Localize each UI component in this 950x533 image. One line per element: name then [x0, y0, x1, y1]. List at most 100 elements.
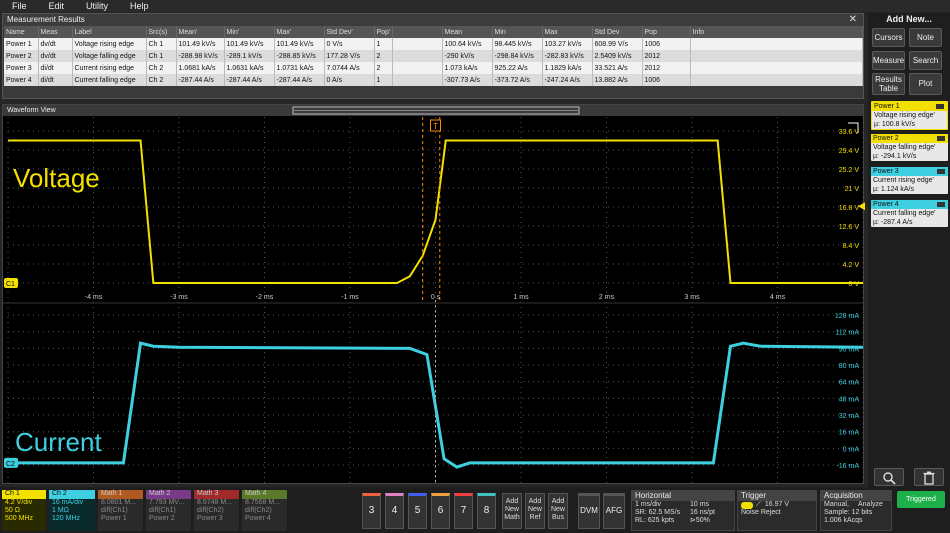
- column-header[interactable]: Mean': [176, 26, 225, 38]
- acquisition-badge[interactable]: Acquisition Manual, Analyze Sample: 12 bi…: [820, 490, 892, 531]
- column-header[interactable]: Min': [224, 26, 275, 38]
- results-table-button[interactable]: Results Table: [872, 73, 905, 95]
- table-cell: dv/dt: [38, 38, 73, 50]
- math-4-badge[interactable]: Math 4 8.7568 M... diff(Ch2) Power 4: [242, 490, 287, 531]
- math-1-badge[interactable]: Math 1 8.0801 M... diff(Ch1) Power 1: [98, 490, 143, 531]
- table-cell: [690, 38, 863, 50]
- channel-6-button[interactable]: 6: [431, 493, 450, 529]
- rising-edge-icon: ⟋: [756, 501, 761, 508]
- cursors-button[interactable]: Cursors: [872, 28, 905, 47]
- table-row[interactable]: Power 2 dv/dt Voltage falling edge Ch 1 -288…: [4, 50, 863, 62]
- menu-utility[interactable]: Utility: [74, 1, 118, 11]
- table-cell: 13.882 A/s: [592, 74, 643, 86]
- power-measurement-card[interactable]: Power 2 Voltage falling edge' µ: -294.1 kV…: [871, 134, 948, 161]
- column-header[interactable]: Meas: [38, 26, 73, 38]
- menu-file[interactable]: File: [0, 1, 37, 11]
- waveform-canvas[interactable]: T Voltage Current C1 C2 -4 ms -3 ms -2 ms -1 ms 0…: [3, 105, 865, 485]
- table-cell: Ch 2: [146, 74, 177, 86]
- menu-dots-icon[interactable]: [936, 104, 944, 109]
- time-tick-label: -2 ms: [256, 294, 274, 301]
- search-button[interactable]: Search: [909, 51, 942, 70]
- table-cell: -287.44 A/s: [274, 74, 325, 86]
- time-tick-label: 1 ms: [513, 294, 529, 301]
- table-row[interactable]: Power 3 di/dt Current rising edge Ch 2 1.068…: [4, 62, 863, 74]
- ch1-marker-label: C1: [6, 281, 15, 288]
- close-icon[interactable]: ✕: [849, 14, 857, 26]
- table-cell: 2: [374, 62, 393, 74]
- column-header[interactable]: Info: [690, 26, 863, 38]
- dvm-button[interactable]: DVM: [578, 493, 600, 529]
- table-cell: 2012: [642, 62, 691, 74]
- zoom-icon[interactable]: [874, 468, 904, 486]
- column-header[interactable]: [392, 26, 443, 38]
- add-new-bus-button[interactable]: Add New Bus: [548, 493, 568, 529]
- channel-3-button[interactable]: 3: [362, 493, 381, 529]
- math-2-badge[interactable]: Math 2 7.793 MV... diff(Ch1) Power 2: [146, 490, 191, 531]
- table-cell: [392, 62, 443, 74]
- table-cell: -288.85 kV/s: [274, 50, 325, 62]
- table-row[interactable]: Power 4 di/dt Current falling edge Ch 2 -287…: [4, 74, 863, 86]
- current-tick-label: 48 mA: [839, 396, 860, 403]
- plot-button[interactable]: Plot: [909, 73, 942, 95]
- menu-dots-icon[interactable]: [937, 169, 945, 174]
- table-cell: Ch 1: [146, 50, 177, 62]
- add-new-title: Add New...: [886, 14, 932, 24]
- table-cell: 2.5409 kV/s: [592, 50, 643, 62]
- channel-4-button[interactable]: 4: [385, 493, 404, 529]
- table-cell: 1.0681 kA/s: [176, 62, 225, 74]
- table-cell: 177.28 V/s: [324, 50, 375, 62]
- waveform-view[interactable]: Waveform View T Voltage Current C1 C2 -4 ms -3…: [2, 104, 865, 485]
- power-card-label: Voltage rising edge': [874, 112, 935, 119]
- column-header[interactable]: Mean: [442, 26, 493, 38]
- column-header[interactable]: Max: [542, 26, 593, 38]
- ch1-badge[interactable]: Ch 1 4.2 V/div 50 Ω 500 MHz: [2, 490, 46, 531]
- add-new-math-button[interactable]: Add New Math: [502, 493, 522, 529]
- menu-edit[interactable]: Edit: [37, 1, 75, 11]
- column-header[interactable]: Pop: [642, 26, 691, 38]
- column-header[interactable]: Name: [4, 26, 39, 38]
- menu-dots-icon[interactable]: [937, 136, 945, 141]
- scope-app: File Edit Utility Help Measurement Resul…: [0, 0, 950, 533]
- voltage-label: Voltage: [13, 163, 100, 193]
- ch2-badge[interactable]: Ch 2 16 mA/div 1 MΩ 120 MHz: [49, 490, 95, 531]
- voltage-trace: [8, 139, 863, 284]
- table-cell: Voltage rising edge: [72, 38, 147, 50]
- column-header[interactable]: Pop': [374, 26, 393, 38]
- voltage-tick-label: 21 V: [845, 186, 860, 193]
- triggered-status-button[interactable]: Triggered: [897, 491, 945, 508]
- trigger-level-arrow[interactable]: [858, 202, 865, 211]
- menu-help[interactable]: Help: [118, 1, 159, 11]
- power-measurement-card[interactable]: Power 1 Voltage rising edge' µ: 100.8 kV/s: [871, 101, 948, 130]
- time-tick-label: 2 ms: [599, 294, 615, 301]
- table-cell: 0 A/s: [324, 74, 375, 86]
- column-header[interactable]: Std Dev': [324, 26, 375, 38]
- menu-dots-icon[interactable]: [937, 202, 945, 207]
- trigger-badge[interactable]: Trigger ⟋ 16.97 V Noise Reject: [737, 490, 817, 531]
- horizontal-badge[interactable]: Horizontal 1 ms/div 10 ms SR: 62.5 MS/s 16…: [631, 490, 735, 531]
- current-tick-label: 80 mA: [839, 363, 860, 370]
- channel-7-button[interactable]: 7: [454, 493, 473, 529]
- power-measurement-card[interactable]: Power 3 Current rising edge' µ: 1.124 kA/s: [871, 167, 948, 194]
- column-header[interactable]: Label: [72, 26, 147, 38]
- voltage-tick-label: 0 V: [848, 281, 859, 288]
- measure-button[interactable]: Measure: [872, 51, 905, 70]
- column-header[interactable]: Min: [492, 26, 543, 38]
- current-tick-label: 16 mA: [839, 430, 860, 437]
- column-header[interactable]: Std Dev: [592, 26, 643, 38]
- table-cell: 1: [374, 74, 393, 86]
- note-button[interactable]: Note: [909, 28, 942, 47]
- afg-button[interactable]: AFG: [603, 493, 625, 529]
- trash-icon[interactable]: [914, 468, 944, 486]
- channel-5-button[interactable]: 5: [408, 493, 427, 529]
- column-header[interactable]: Max': [274, 26, 325, 38]
- column-header[interactable]: Src(s): [146, 26, 177, 38]
- table-row[interactable]: Power 1 dv/dt Voltage rising edge Ch 1 101.4…: [4, 38, 863, 50]
- table-cell: 1.073 kA/s: [442, 62, 493, 74]
- power-card-title: Power 4: [871, 200, 948, 209]
- power-measurement-card[interactable]: Power 4 Current falling edge' µ: -287.4 A/…: [871, 200, 948, 227]
- add-new-ref-button[interactable]: Add New Ref: [525, 493, 545, 529]
- math-3-badge[interactable]: Math 3 8.6748 M... diff(Ch2) Power 3: [194, 490, 239, 531]
- voltage-tick-label: 12.6 V: [839, 224, 860, 231]
- table-cell: [392, 74, 443, 86]
- channel-8-button[interactable]: 8: [477, 493, 496, 529]
